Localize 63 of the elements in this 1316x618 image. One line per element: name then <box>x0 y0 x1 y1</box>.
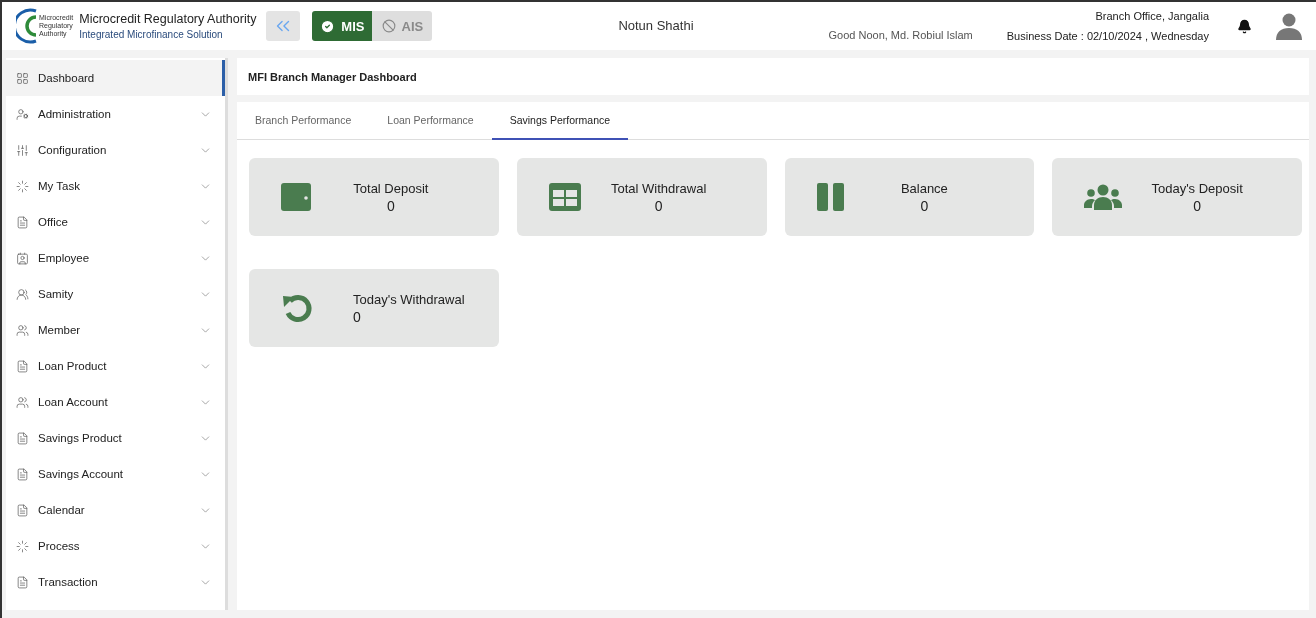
table-icon <box>548 183 581 211</box>
circle-dots-icon <box>16 539 29 553</box>
sidebar-item[interactable]: Calendar <box>6 492 225 528</box>
contact-card-icon <box>16 251 29 265</box>
sidebar-item[interactable]: Office <box>6 204 225 240</box>
document-icon <box>16 359 29 373</box>
document-icon <box>16 503 29 517</box>
sliders-icon <box>16 143 29 157</box>
stat-value: 0 <box>920 197 929 214</box>
tab[interactable]: Savings Performance <box>491 102 629 140</box>
sidebar-item[interactable]: Transaction <box>6 564 225 600</box>
sidebar-item[interactable]: Configuration <box>6 132 225 168</box>
stat-label: Total Withdrawal <box>610 180 707 196</box>
ban-icon <box>381 19 396 33</box>
people-icon <box>16 323 29 337</box>
collapse-sidebar-button[interactable] <box>266 11 301 41</box>
group-icon <box>16 287 29 301</box>
sidebar-item[interactable]: My Task <box>6 168 225 204</box>
stat-value: 0 <box>386 197 395 214</box>
sidebar-item[interactable]: Loan Account <box>6 384 225 420</box>
tab[interactable]: Branch Performance <box>237 102 370 140</box>
sidebar-item[interactable]: Administration <box>6 96 225 132</box>
document-icon <box>16 431 29 445</box>
page-title: MFI Branch Manager Dashboard <box>248 70 417 83</box>
stat-label: Balance <box>900 180 948 196</box>
user-gear-icon <box>16 107 29 121</box>
stat-value: 0 <box>353 308 361 325</box>
module-toggle[interactable]: MIS <box>312 11 373 41</box>
wallet-icon <box>281 183 313 211</box>
document-icon <box>16 575 29 589</box>
document-icon <box>16 215 29 229</box>
circle-dots-icon <box>16 179 29 193</box>
logo-arcs-icon <box>16 8 38 44</box>
document-icon <box>16 467 29 481</box>
stat-value: 0 <box>1193 197 1201 214</box>
stat-label: Today's Withdrawal <box>353 291 465 307</box>
organization-title: Microcredit Regulatory Authority <box>79 12 257 26</box>
sidebar-item[interactable]: Employee <box>6 240 225 276</box>
sidebar-item[interactable]: Samity <box>6 276 225 312</box>
users-icon <box>1084 184 1123 210</box>
business-date: Business Date : 02/10/2024 , Wednesday <box>1006 30 1209 42</box>
stat-label: Today's Deposit <box>1151 180 1243 196</box>
stat-value: 0 <box>654 197 663 214</box>
pause-icon <box>816 183 845 211</box>
check-circle-icon <box>320 18 336 34</box>
sidebar-item[interactable]: Savings Product <box>6 420 225 456</box>
greeting: Good Noon, Md. Robiul Islam <box>828 29 973 41</box>
sidebar-item[interactable]: Savings Account <box>6 456 225 492</box>
organization-subtitle: Integrated Microfinance Solution <box>79 29 224 40</box>
sidebar-item[interactable]: Loan Product <box>6 348 225 384</box>
tab[interactable]: Loan Performance <box>369 102 492 140</box>
undo-icon <box>281 292 313 324</box>
avatar-icon[interactable] <box>1276 12 1302 40</box>
sidebar-item[interactable]: Process <box>6 528 225 564</box>
notification-button[interactable] <box>1237 18 1252 34</box>
branch-name: Branch Office, Jangalia <box>1095 10 1209 22</box>
sidebar-item[interactable]: Dashboard <box>6 60 225 96</box>
app-name: Notun Shathi <box>618 17 694 33</box>
sidebar-item[interactable]: Member <box>6 312 225 348</box>
stat-label: Total Deposit <box>353 180 429 196</box>
people-icon <box>16 395 29 409</box>
bell-icon <box>1237 18 1252 34</box>
grid-icon <box>16 71 29 85</box>
